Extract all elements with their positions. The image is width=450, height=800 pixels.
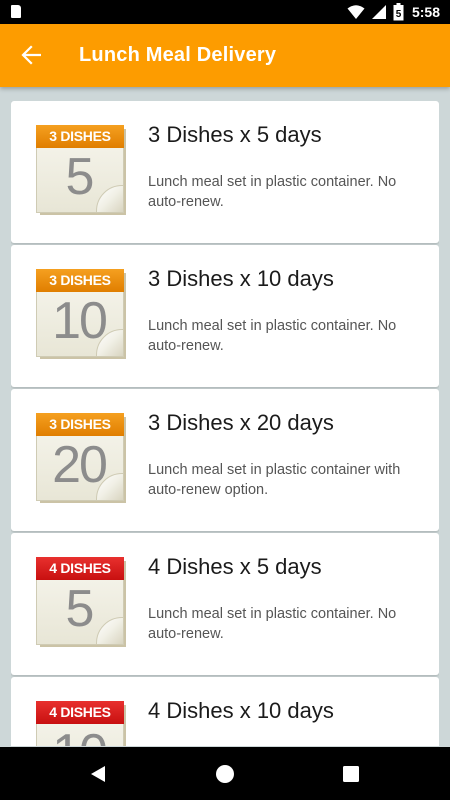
back-triangle-icon <box>91 766 105 782</box>
svg-text:5: 5 <box>396 9 402 20</box>
plan-card[interactable]: 3 DISHES 20 3 Dishes x 20 days Lunch mea… <box>11 389 439 531</box>
day-number: 10 <box>36 723 122 746</box>
recents-square-icon <box>343 766 359 782</box>
plan-card[interactable]: 3 DISHES 5 3 Dishes x 5 days Lunch meal … <box>11 101 439 243</box>
battery-icon: 5 <box>393 3 404 21</box>
calendar-icon: 3 DISHES 5 <box>34 123 126 215</box>
home-circle-icon <box>216 765 234 783</box>
status-time: 5:58 <box>411 4 440 20</box>
calendar-icon: 4 DISHES 10 <box>34 699 126 746</box>
dishes-badge: 3 DISHES <box>36 269 124 292</box>
wifi-icon <box>347 5 365 19</box>
plan-description: Lunch meal set in plastic container. No … <box>148 606 397 642</box>
plan-title: 4 Dishes x 10 days <box>148 698 334 723</box>
nav-back-button[interactable] <box>85 761 111 787</box>
nav-home-button[interactable] <box>212 761 238 787</box>
status-bar: 5 5:58 <box>0 0 450 24</box>
dishes-badge: 3 DISHES <box>36 413 124 436</box>
calendar-icon: 3 DISHES 10 <box>34 267 126 359</box>
signal-icon <box>371 5 386 19</box>
plan-description: Lunch meal set in plastic container with… <box>148 462 401 498</box>
navigation-bar <box>0 747 450 800</box>
calendar-icon: 4 DISHES 5 <box>34 555 126 647</box>
plan-list[interactable]: 3 DISHES 5 3 Dishes x 5 days Lunch meal … <box>11 101 439 746</box>
plan-description: Lunch meal set in plastic container. No … <box>148 174 397 210</box>
plan-title: 3 Dishes x 20 days <box>148 410 334 435</box>
sd-card-icon <box>11 5 21 18</box>
status-icons: 5 5:58 <box>347 3 440 21</box>
app-bar: Lunch Meal Delivery <box>0 24 450 87</box>
plan-card[interactable]: 4 DISHES 10 4 Dishes x 10 days <box>11 677 439 746</box>
plan-title: 3 Dishes x 5 days <box>148 122 322 147</box>
plan-card[interactable]: 4 DISHES 5 4 Dishes x 5 days Lunch meal … <box>11 533 439 675</box>
arrow-left-icon <box>21 45 41 65</box>
dishes-badge: 3 DISHES <box>36 125 124 148</box>
plan-card[interactable]: 3 DISHES 10 3 Dishes x 10 days Lunch mea… <box>11 245 439 387</box>
calendar-icon: 3 DISHES 20 <box>34 411 126 503</box>
dishes-badge: 4 DISHES <box>36 701 124 724</box>
nav-recents-button[interactable] <box>338 761 364 787</box>
dishes-badge: 4 DISHES <box>36 557 124 580</box>
plan-description: Lunch meal set in plastic container. No … <box>148 318 397 354</box>
plan-title: 4 Dishes x 5 days <box>148 554 322 579</box>
page-title: Lunch Meal Delivery <box>79 44 277 66</box>
back-button[interactable] <box>14 38 48 72</box>
plan-title: 3 Dishes x 10 days <box>148 266 334 291</box>
